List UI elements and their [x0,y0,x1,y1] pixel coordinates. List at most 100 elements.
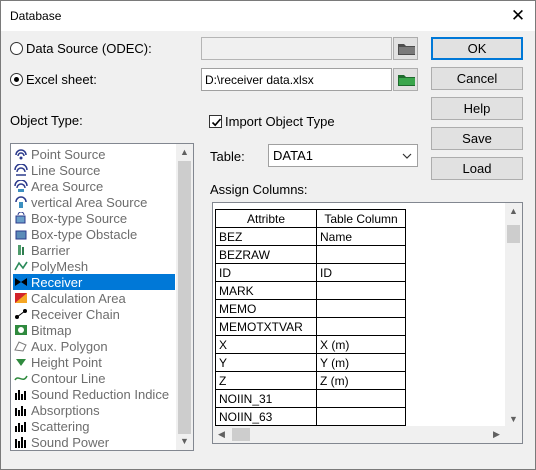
attribute-cell: NOIIN_63 [215,407,317,426]
attribute-cell: Y [215,353,317,372]
table-header-row: Attribte Table Column [215,209,406,228]
list-item-aux-polygon[interactable]: Aux. Polygon [13,338,175,354]
table-row[interactable]: MEMOTXTVAR [215,317,406,336]
assign-columns-table: Attribte Table Column BEZ Name BEZRAW ID ID M… [215,209,406,426]
attribute-cell: MEMO [215,299,317,318]
table-row[interactable]: XX (m) [215,335,406,354]
table-row[interactable]: ID ID [215,263,406,282]
table-column-cell[interactable] [316,407,406,426]
radio-data-source-odec[interactable]: Data Source (ODEC): [10,39,152,57]
table-column-cell[interactable]: Y (m) [316,353,406,372]
list-item-box-type-obstacle[interactable]: Box-type Obstacle [13,226,175,242]
grid-horizontal-scrollbar[interactable]: ◀ ▶ [213,426,505,443]
assign-columns-grid[interactable]: Attribte Table Column BEZ Name BEZRAW ID ID M… [212,202,523,444]
grid-vertical-thumb[interactable] [507,225,520,243]
odec-browse-button[interactable] [393,37,418,60]
list-item-vertical-area-source[interactable]: vertical Area Source [13,194,175,210]
table-row[interactable]: BEZ Name [215,227,406,246]
list-item-receiver[interactable]: Receiver [13,274,175,290]
table-select[interactable]: DATA1 [268,144,418,167]
save-button[interactable]: Save [431,127,523,150]
list-item-label: PolyMesh [31,258,89,274]
list-item-polymesh[interactable]: PolyMesh [13,258,175,274]
column-header-table-column: Table Column [316,209,406,228]
close-icon[interactable]: ✕ [501,1,535,31]
grid-horizontal-thumb[interactable] [232,428,250,441]
odec-path-field[interactable] [201,37,392,60]
grid-scroll-up-arrow-icon[interactable]: ▲ [505,203,522,220]
absorptions-icon [13,403,29,417]
list-item-line-source[interactable]: Line Source [13,162,175,178]
list-item-scattering[interactable]: Scattering [13,418,175,434]
table-column-cell[interactable] [316,245,406,264]
assign-columns-label: Assign Columns: [210,182,308,197]
table-column-cell[interactable] [316,317,406,336]
grid-scroll-right-arrow-icon[interactable]: ▶ [488,426,505,443]
list-item-box-type-source[interactable]: Box-type Source [13,210,175,226]
excel-browse-button[interactable] [393,68,418,91]
import-checkbox-label: Import Object Type [225,113,335,129]
radio-odec-indicator[interactable] [10,41,23,55]
scroll-down-arrow-icon[interactable]: ▼ [176,433,193,450]
list-item-label: Contour Line [31,370,106,386]
height-point-icon [13,355,29,369]
object-type-list[interactable]: Point Source Line Source Area Source vertic… [10,143,194,451]
list-item-height-point[interactable]: Height Point [13,354,175,370]
list-item-label: vertical Area Source [31,194,148,210]
table-column-cell[interactable]: X (m) [316,335,406,354]
grid-scroll-left-arrow-icon[interactable]: ◀ [213,426,230,443]
scroll-up-arrow-icon[interactable]: ▲ [176,144,193,161]
list-item-point-source[interactable]: Point Source [13,146,175,162]
table-column-cell[interactable] [316,389,406,408]
radio-odec-label: Data Source (ODEC): [26,40,152,56]
table-column-cell[interactable]: Name [316,227,406,246]
table-column-cell[interactable] [316,299,406,318]
scroll-thumb[interactable] [178,161,191,434]
vertical-area-source-icon [13,195,29,209]
table-column-cell[interactable]: ID [316,263,406,282]
table-row[interactable]: NOIIN_31 [215,389,406,408]
receiver-icon [13,275,29,289]
bitmap-icon [13,323,29,337]
object-type-scrollbar[interactable]: ▲ ▼ [176,144,193,450]
table-row[interactable]: YY (m) [215,353,406,372]
barrier-icon [13,243,29,257]
import-object-type-checkbox[interactable]: Import Object Type [209,112,335,130]
table-row[interactable]: MARK [215,281,406,300]
radio-excel-sheet[interactable]: Excel sheet: [10,70,97,88]
table-row[interactable]: BEZRAW [215,245,406,264]
list-item-label: Calculation Area [31,290,126,306]
help-button[interactable]: Help [431,97,523,120]
list-item-label: Bitmap [31,322,72,338]
line-source-icon [13,163,29,177]
list-item-absorptions[interactable]: Absorptions [13,402,175,418]
list-item-area-source[interactable]: Area Source [13,178,175,194]
list-item-barrier[interactable]: Barrier [13,242,175,258]
checkmark-icon [211,117,222,126]
table-column-cell[interactable] [316,281,406,300]
column-header-attribute: Attribte [215,209,317,228]
cancel-button[interactable]: Cancel [431,67,523,90]
list-item-calculation-area[interactable]: Calculation Area [13,290,175,306]
radio-excel-label: Excel sheet: [26,71,97,87]
list-item-sound-reduction-indice[interactable]: Sound Reduction Indice [13,386,175,402]
list-item-receiver-chain[interactable]: Receiver Chain [13,306,175,322]
list-item-sound-power[interactable]: Sound Power [13,434,175,450]
table-column-cell[interactable]: Z (m) [316,371,406,390]
attribute-cell: NOIIN_31 [215,389,317,408]
aux-polygon-icon [13,339,29,353]
import-checkbox-box[interactable] [209,114,222,128]
table-row[interactable]: MEMO [215,299,406,318]
attribute-cell: Z [215,371,317,390]
list-item-label: Receiver [31,274,83,290]
load-button[interactable]: Load [431,157,523,180]
sound-reduction-icon [13,387,29,401]
list-item-contour-line[interactable]: Contour Line [13,370,175,386]
table-row[interactable]: ZZ (m) [215,371,406,390]
table-row[interactable]: NOIIN_63 [215,407,406,426]
excel-path-field[interactable]: D:\receiver data.xlsx [201,68,392,91]
ok-button[interactable]: OK [431,37,523,60]
list-item-bitmap[interactable]: Bitmap [13,322,175,338]
radio-excel-indicator[interactable] [10,72,23,86]
grid-vertical-scrollbar[interactable]: ▲ ▼ [505,203,522,428]
